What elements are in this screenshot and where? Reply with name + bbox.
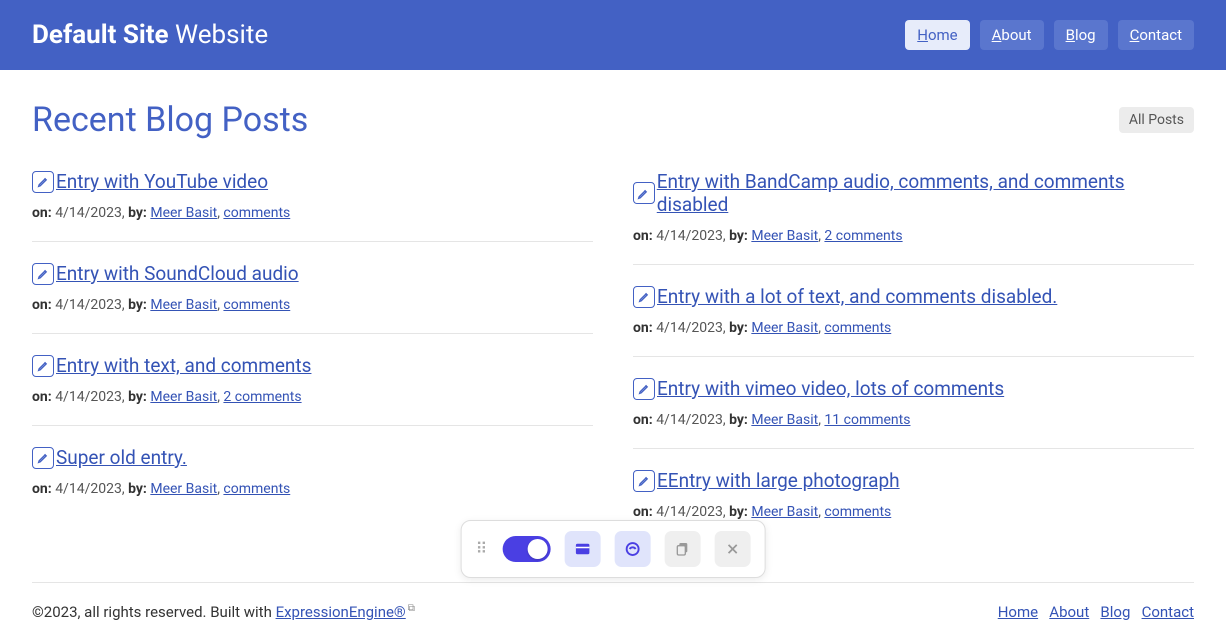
admin-dock: ⠿ xyxy=(461,520,766,578)
entry-meta: on: 4/14/2023, by: Meer Basit, comments xyxy=(633,320,1194,336)
entry-title-row: Entry with vimeo video, lots of comments xyxy=(633,377,1194,400)
entry-meta: on: 4/14/2023, by: Meer Basit, comments xyxy=(633,504,1194,520)
entry-item: Entry with SoundCloud audio on: 4/14/202… xyxy=(32,262,593,334)
comments-link[interactable]: comments xyxy=(824,504,891,520)
brand-rest: Website xyxy=(169,20,269,50)
entry-title-link[interactable]: Super old entry. xyxy=(56,446,187,469)
entry-meta: on: 4/14/2023, by: Meer Basit, comments xyxy=(32,481,593,497)
author-link[interactable]: Meer Basit xyxy=(150,205,217,221)
ee-link[interactable]: ExpressionEngine® xyxy=(276,603,406,621)
entry-title-link[interactable]: Entry with SoundCloud audio xyxy=(56,262,299,285)
author-link[interactable]: Meer Basit xyxy=(751,320,818,336)
nav-contact[interactable]: Contact xyxy=(1118,20,1194,50)
external-link-icon: ⧉ xyxy=(408,603,415,614)
entry-meta: on: 4/14/2023, by: Meer Basit, 2 comment… xyxy=(633,228,1194,244)
ee-logo-icon[interactable] xyxy=(614,531,650,567)
edit-icon[interactable] xyxy=(633,182,655,204)
comments-link[interactable]: comments xyxy=(223,481,290,497)
entry-title-link[interactable]: Entry with vimeo video, lots of comments xyxy=(657,377,1004,400)
author-link[interactable]: Meer Basit xyxy=(150,481,217,497)
entry-title-link[interactable]: Entry with a lot of text, and comments d… xyxy=(657,285,1057,308)
comments-link[interactable]: comments xyxy=(824,320,891,336)
edit-icon[interactable] xyxy=(32,171,54,193)
main-content: Recent Blog Posts All Posts Entry with Y… xyxy=(0,70,1226,570)
footer-link-about[interactable]: About xyxy=(1049,603,1089,621)
entry-meta: on: 4/14/2023, by: Meer Basit, comments xyxy=(32,297,593,313)
entry-title-row: Entry with YouTube video xyxy=(32,170,593,193)
nav-about[interactable]: About xyxy=(980,20,1044,50)
author-link[interactable]: Meer Basit xyxy=(751,504,818,520)
footer-copyright: ©2023, all rights reserved. Built with E… xyxy=(32,603,415,621)
footer-nav: Home About Blog Contact xyxy=(998,603,1194,621)
all-posts-button[interactable]: All Posts xyxy=(1119,107,1194,133)
dock-toggle[interactable] xyxy=(502,536,550,562)
close-icon[interactable] xyxy=(714,531,750,567)
entry-item: Entry with vimeo video, lots of comments… xyxy=(633,377,1194,449)
entry-item: Super old entry. on: 4/14/2023, by: Meer… xyxy=(32,446,593,517)
author-link[interactable]: Meer Basit xyxy=(150,389,217,405)
entry-item: Entry with YouTube video on: 4/14/2023, … xyxy=(32,170,593,242)
left-column: Entry with YouTube video on: 4/14/2023, … xyxy=(32,170,593,560)
entry-item: Entry with a lot of text, and comments d… xyxy=(633,285,1194,357)
nav-blog[interactable]: Blog xyxy=(1054,20,1108,50)
entry-meta: on: 4/14/2023, by: Meer Basit, comments xyxy=(32,205,593,221)
entries-grid: Entry with YouTube video on: 4/14/2023, … xyxy=(32,170,1194,560)
comments-link[interactable]: 2 comments xyxy=(824,228,902,244)
nav-home[interactable]: Home xyxy=(905,20,969,50)
footer-link-blog[interactable]: Blog xyxy=(1100,603,1130,621)
entry-title-row: Entry with a lot of text, and comments d… xyxy=(633,285,1194,308)
footer-link-contact[interactable]: Contact xyxy=(1142,603,1194,621)
author-link[interactable]: Meer Basit xyxy=(751,228,818,244)
author-link[interactable]: Meer Basit xyxy=(150,297,217,313)
comments-link[interactable]: comments xyxy=(223,205,290,221)
entry-title-row: Entry with SoundCloud audio xyxy=(32,262,593,285)
copy-icon[interactable] xyxy=(664,531,700,567)
entry-title-link[interactable]: Entry with text, and comments xyxy=(56,354,311,377)
entry-meta: on: 4/14/2023, by: Meer Basit, 2 comment… xyxy=(32,389,593,405)
brand: Default Site Website xyxy=(32,20,268,50)
footer-link-home[interactable]: Home xyxy=(998,603,1038,621)
entry-title-row: Entry with text, and comments xyxy=(32,354,593,377)
card-icon[interactable] xyxy=(564,531,600,567)
comments-link[interactable]: comments xyxy=(223,297,290,313)
entry-title-row: Entry with BandCamp audio, comments, and… xyxy=(633,170,1194,216)
primary-nav: Home About Blog Contact xyxy=(905,20,1194,50)
entry-title-link[interactable]: Entry with YouTube video xyxy=(56,170,268,193)
comments-link[interactable]: 2 comments xyxy=(223,389,301,405)
edit-icon[interactable] xyxy=(32,263,54,285)
page-title: Recent Blog Posts xyxy=(32,100,308,140)
drag-handle-icon[interactable]: ⠿ xyxy=(476,544,489,554)
brand-bold: Default Site xyxy=(32,20,169,50)
entry-title-row: Super old entry. xyxy=(32,446,593,469)
entry-item: Entry with BandCamp audio, comments, and… xyxy=(633,170,1194,265)
site-header: Default Site Website Home About Blog Con… xyxy=(0,0,1226,70)
entry-title-link[interactable]: Entry with BandCamp audio, comments, and… xyxy=(657,170,1194,216)
site-footer: ©2023, all rights reserved. Built with E… xyxy=(32,582,1194,621)
edit-icon[interactable] xyxy=(32,355,54,377)
comments-link[interactable]: 11 comments xyxy=(824,412,910,428)
entry-title-link[interactable]: EEntry with large photograph xyxy=(657,469,900,492)
title-row: Recent Blog Posts All Posts xyxy=(32,100,1194,140)
edit-icon[interactable] xyxy=(633,470,655,492)
entry-meta: on: 4/14/2023, by: Meer Basit, 11 commen… xyxy=(633,412,1194,428)
right-column: Entry with BandCamp audio, comments, and… xyxy=(633,170,1194,560)
author-link[interactable]: Meer Basit xyxy=(751,412,818,428)
entry-item: Entry with text, and comments on: 4/14/2… xyxy=(32,354,593,426)
edit-icon[interactable] xyxy=(633,286,655,308)
edit-icon[interactable] xyxy=(633,378,655,400)
entry-title-row: EEntry with large photograph xyxy=(633,469,1194,492)
edit-icon[interactable] xyxy=(32,447,54,469)
